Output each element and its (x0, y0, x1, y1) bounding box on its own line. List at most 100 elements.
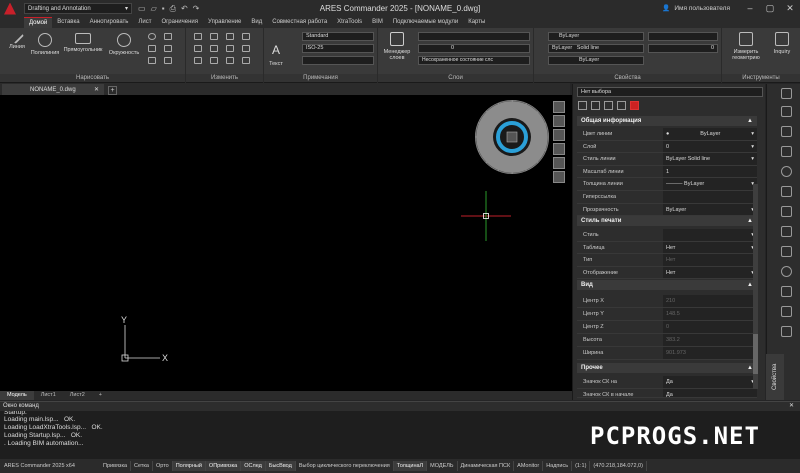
zoom-icon[interactable] (553, 129, 565, 141)
close-tab-icon[interactable]: ✕ (94, 86, 99, 93)
tab-collaboration[interactable]: Совместная работа (267, 17, 332, 28)
tab-annotate[interactable]: Аннотировать (85, 17, 134, 28)
close-icon[interactable]: ✕ (789, 402, 794, 411)
minimize-icon[interactable]: – (740, 0, 760, 17)
tab-constraints[interactable]: Ограничения (156, 17, 203, 28)
close-icon[interactable]: ✕ (780, 0, 800, 17)
print-icon[interactable]: ⎙ (170, 4, 176, 14)
status-osnap[interactable]: ОПривязка (205, 461, 242, 471)
tab-xtratools[interactable]: XtraTools (332, 17, 367, 28)
rectangle-button[interactable]: Прямоугольник (62, 33, 104, 53)
help-icon[interactable] (630, 101, 639, 110)
section-general[interactable]: Общая информация ▲ (577, 116, 757, 126)
prop-row[interactable]: Толщина линии ——— ByLayer▾ (577, 178, 757, 191)
move-icon[interactable] (194, 33, 202, 40)
measure-geometry-button[interactable]: Измерить геометрию (724, 32, 768, 61)
select-objects-icon[interactable] (591, 101, 600, 110)
xref-icon[interactable] (781, 226, 792, 237)
undo-icon[interactable]: ↶ (181, 4, 188, 14)
clock-icon[interactable] (781, 266, 792, 277)
orbit-icon[interactable] (553, 101, 565, 113)
current-layer-dropdown[interactable]: 0 (418, 44, 530, 53)
view-icon[interactable] (553, 157, 565, 169)
line-button[interactable]: Линия (6, 29, 28, 50)
rotate-icon[interactable] (226, 33, 234, 40)
region-icon[interactable] (164, 45, 172, 52)
match-properties-icon[interactable] (617, 101, 626, 110)
inquiry-button[interactable]: Inquiry (768, 32, 796, 55)
explode-icon[interactable] (242, 57, 250, 64)
prop-row[interactable]: Ширина 901.973 (577, 347, 757, 360)
navigation-wheel[interactable] (475, 100, 549, 174)
save-icon[interactable]: ▪ (162, 4, 165, 14)
prop-row[interactable]: Масштаб линии 1 (577, 165, 757, 179)
prop-row[interactable]: Стиль линии ByLayer Solid line ▾ (577, 153, 757, 166)
status-selection-cycling[interactable]: Выбор циклического переключения (296, 461, 394, 471)
user-account[interactable]: 👤 Имя пользователя (662, 4, 730, 13)
properties-scrollbar[interactable] (753, 184, 758, 389)
tab-maps[interactable]: Карты (463, 17, 490, 28)
prop-row[interactable]: Центр Z 0 (577, 321, 757, 334)
tab-sheet[interactable]: Лист (133, 17, 156, 28)
blocks-icon[interactable] (781, 126, 792, 137)
tab-sheet1[interactable]: Лист1 (34, 391, 63, 400)
image-icon[interactable] (781, 246, 792, 257)
point-icon[interactable] (164, 57, 172, 64)
sheet-set-icon[interactable] (781, 206, 792, 217)
prop-row[interactable]: Высота 383.2 (577, 334, 757, 347)
section-view[interactable]: Вид ▲ (577, 280, 757, 290)
status-polar[interactable]: Полярный (172, 461, 206, 471)
status-ortho[interactable]: Орто (153, 461, 173, 471)
tab-home[interactable]: Домой (24, 17, 53, 28)
prop-row[interactable]: Центр X 210 (577, 295, 757, 308)
maximize-icon[interactable]: ▢ (760, 0, 780, 17)
status-lineweight[interactable]: ТолщинаЛ (393, 461, 428, 471)
toggle-pickadd-icon[interactable] (578, 101, 587, 110)
text-style-dropdown[interactable]: Standard (302, 32, 374, 41)
prop-row[interactable]: Слой 0 ▾ (577, 140, 757, 154)
add-layout-plus-icon[interactable]: + (92, 391, 109, 400)
prop-row[interactable]: Отображение Нет▾ (577, 266, 757, 280)
zoom-extents-icon[interactable] (553, 143, 565, 155)
circle-button[interactable]: Окружность (106, 33, 142, 56)
mirror-icon[interactable] (242, 33, 250, 40)
layer-manager-button[interactable]: Менеджер слоев (380, 32, 414, 61)
linetype-dropdown[interactable]: ByLayer Solid line (548, 44, 644, 53)
tab-sheet2[interactable]: Лист2 (63, 391, 92, 400)
trim-icon[interactable] (210, 45, 218, 52)
status-scale[interactable]: (1:1) (572, 461, 591, 471)
status-otrack[interactable]: ОСлед (241, 461, 266, 471)
status-dynamic-ucs[interactable]: Динамическая ПСК (458, 461, 515, 471)
notifications-bell-icon[interactable] (781, 166, 792, 177)
drawing-canvas[interactable]: Y X (0, 95, 572, 391)
tab-manage[interactable]: Управление (203, 17, 246, 28)
dim-style-dropdown[interactable]: ISO-25 (302, 44, 374, 53)
section-misc[interactable]: Прочее ▲ (577, 363, 757, 373)
selection-dropdown[interactable]: Нет выбора (577, 87, 763, 97)
layer-dropdown[interactable] (418, 32, 530, 41)
ares-logo-icon[interactable] (4, 2, 16, 15)
prop-row[interactable]: Таблица Нет▾ (577, 241, 757, 255)
status-amonitor[interactable]: AMonitor (514, 461, 544, 471)
prop-row[interactable]: Гиперссылка (577, 191, 757, 204)
bim-icon[interactable] (781, 306, 792, 317)
status-dynamic-input[interactable]: БысВвод (265, 461, 296, 471)
prop-row[interactable]: Прозрачность ByLayer▾ (577, 203, 757, 217)
ellipse-icon[interactable] (148, 57, 156, 64)
layers-icon[interactable] (781, 106, 792, 117)
redo-icon[interactable]: ↷ (193, 4, 200, 14)
scale-icon[interactable] (194, 45, 202, 52)
text-button[interactable]: A Текст (266, 44, 286, 67)
new-file-icon[interactable]: ▭ (138, 4, 146, 14)
prop-row[interactable]: Значок СК на Да▾ (577, 376, 757, 389)
map-icon[interactable] (781, 326, 792, 337)
prop-row[interactable]: Стиль ▾ (577, 229, 757, 242)
status-snap[interactable]: Привязка (100, 461, 132, 471)
scrollbar-thumb[interactable] (753, 334, 758, 374)
properties-vertical-tab[interactable]: Свойства (766, 354, 784, 400)
tab-view[interactable]: Вид (246, 17, 267, 28)
prop-row[interactable]: Значок СК в начале Да (577, 388, 757, 398)
status-grid[interactable]: Сетка (131, 461, 153, 471)
pan-icon[interactable] (553, 115, 565, 127)
transparency-slider[interactable]: 0 (648, 44, 718, 53)
